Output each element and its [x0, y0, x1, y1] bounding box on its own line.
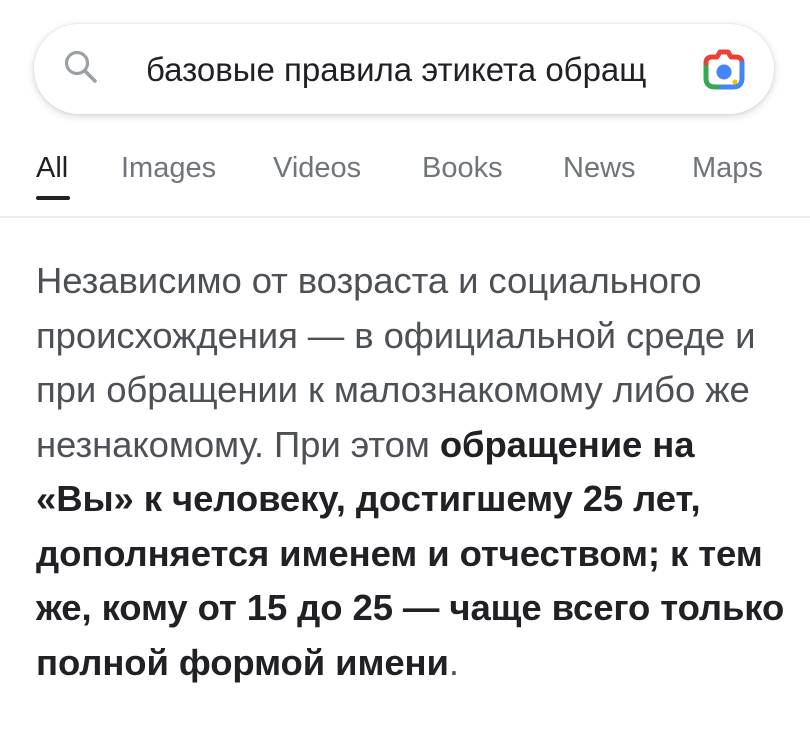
tab-images[interactable]: Images — [121, 152, 216, 185]
tab-all[interactable]: All — [36, 152, 68, 185]
active-tab-indicator — [36, 196, 70, 200]
tabs-divider — [0, 216, 810, 218]
search-results-page: All Images Videos Books News Maps Незави… — [0, 0, 810, 750]
snippet-text-end: . — [448, 641, 459, 683]
featured-snippet-text: Независимо от возраста и социального про… — [36, 254, 796, 690]
search-tabs: All Images Videos Books News Maps — [0, 140, 810, 218]
tab-news[interactable]: News — [563, 152, 636, 185]
tab-videos[interactable]: Videos — [273, 152, 361, 185]
search-icon[interactable] — [62, 48, 100, 86]
tab-maps[interactable]: Maps — [692, 152, 763, 185]
search-input[interactable] — [146, 45, 676, 95]
tab-books[interactable]: Books — [422, 152, 503, 185]
google-lens-icon[interactable] — [702, 48, 746, 92]
